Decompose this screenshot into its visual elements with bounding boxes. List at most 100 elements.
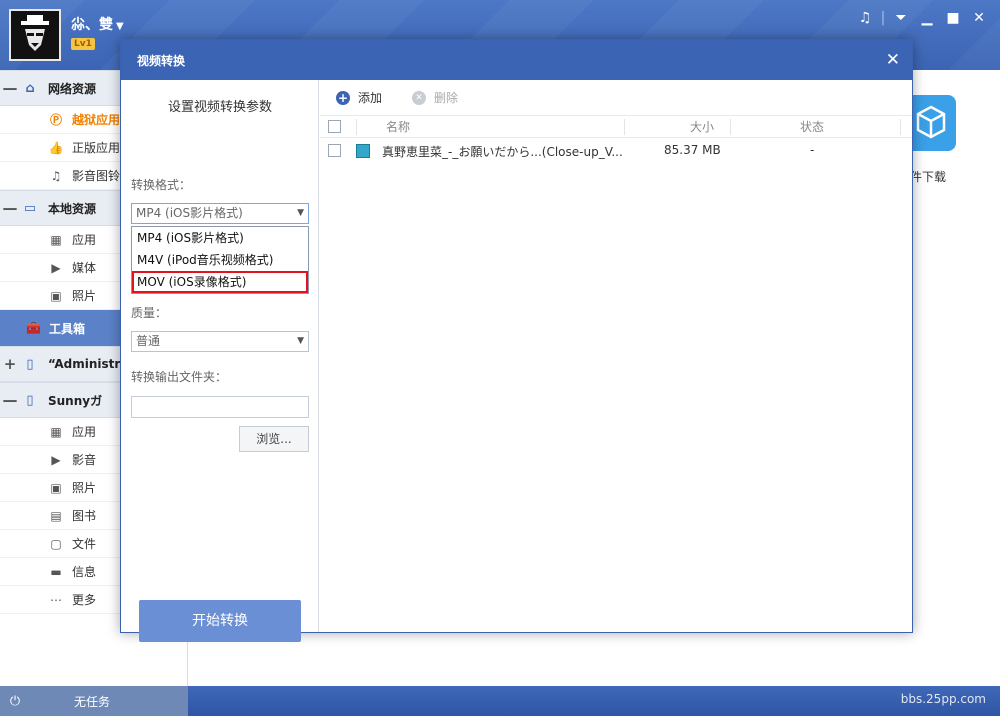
convert-settings-panel: 设置视频转换参数 转换格式： MP4 (iOS影片格式) ▼ MP4 (iOS影… [121, 80, 319, 642]
column-size[interactable]: 大小 [690, 118, 714, 135]
chevron-down-icon[interactable]: ▼ [116, 21, 124, 32]
column-divider [356, 119, 357, 135]
username[interactable]: 尛、雙 ▼ [71, 14, 124, 34]
format-option-mov[interactable]: MOV (iOS录像格式) [132, 271, 308, 293]
collapse-icon[interactable]: — [0, 79, 20, 97]
sidebar-item-label: 正版应用 [72, 141, 121, 155]
file-status: - [810, 143, 815, 157]
collapse-icon[interactable]: — [0, 391, 20, 409]
grid-icon: ▦ [50, 232, 62, 247]
plus-icon: + [336, 90, 350, 105]
add-label: 添加 [358, 91, 383, 105]
quality-select-value: 普通 [136, 334, 161, 348]
remove-icon: ✕ [412, 90, 427, 105]
close-icon[interactable]: ✕ [966, 8, 992, 28]
quality-label: 质量： [131, 306, 168, 320]
cube-icon [916, 105, 946, 139]
settings-heading: 设置视频转换参数 [167, 100, 272, 115]
status-text: 无任务 [74, 694, 111, 709]
phone-icon: ▯ [26, 392, 34, 408]
chevron-down-icon[interactable]: ▼ [297, 204, 304, 223]
camera-icon: ▶ [51, 260, 61, 275]
table-header: 名称 大小 状态 [320, 116, 912, 138]
output-folder-label: 转换输出文件夹： [131, 370, 228, 384]
file-size: 85.37 MB [664, 143, 721, 157]
close-icon[interactable]: ✕ [886, 50, 900, 70]
download-status-icon: ⏻ [9, 693, 21, 709]
music-icon[interactable]: ♫ [852, 8, 878, 28]
avatar-image [11, 11, 59, 59]
row-checkbox[interactable] [328, 144, 341, 157]
column-status[interactable]: 状态 [800, 118, 824, 135]
dialog-title: 视频转换 [121, 40, 912, 80]
file-toolbar: + 添加 ✕ 删除 [320, 80, 912, 116]
video-file-icon [356, 144, 370, 158]
avatar[interactable] [9, 9, 61, 61]
table-row[interactable]: 真野恵里菜_-_お願いだから...(Close-up_V... 85.37 MB… [320, 138, 912, 164]
select-all-checkbox[interactable] [328, 120, 341, 133]
sidebar-item-label: 越狱应用 [72, 113, 121, 127]
sidebar-item-label: 应用 [72, 425, 97, 439]
more-icon: ⋯ [50, 592, 62, 607]
sidebar-item-label: 影音 [72, 453, 97, 467]
thumb-icon: 👍 [48, 140, 64, 155]
file-name: 真野恵里菜_-_お願いだから...(Close-up_V... [382, 145, 623, 159]
add-button[interactable]: + 添加 [336, 89, 382, 106]
level-badge: Lv1 [71, 38, 95, 50]
monitor-icon: ▭ [23, 200, 37, 216]
format-label: 转换格式： [131, 178, 192, 192]
home-icon: ⌂ [25, 80, 35, 96]
status-bar: ⏻ 无任务 bbs.25pp.com [0, 686, 1000, 716]
output-folder-input[interactable] [131, 396, 309, 418]
column-name[interactable]: 名称 [386, 118, 410, 135]
expand-icon[interactable]: + [0, 355, 20, 373]
browse-button[interactable]: 浏览... [239, 426, 309, 452]
p-store-icon: Ⓟ [49, 113, 62, 127]
file-icon: ▢ [50, 536, 62, 551]
sidebar-item-label: 影音图铃 [72, 169, 121, 183]
collapse-icon[interactable]: — [0, 199, 20, 217]
photo-icon: ▣ [50, 288, 62, 303]
sidebar-item-label: 照片 [72, 481, 97, 495]
minimize-icon[interactable]: ▁ [914, 8, 940, 28]
sidebar-group-label: 工具箱 [48, 321, 85, 336]
app-tile-icon[interactable] [906, 95, 956, 151]
column-divider [730, 119, 731, 135]
quality-select[interactable]: 普通 ▼ [131, 331, 309, 352]
camera-icon: ▶ [51, 452, 61, 467]
sidebar-item-label: 媒体 [72, 261, 97, 275]
format-dropdown: MP4 (iOS影片格式) M4V (iPod音乐视频格式) MOV (iOS录… [131, 226, 309, 294]
format-option-mp4[interactable]: MP4 (iOS影片格式) [132, 227, 308, 249]
sidebar-group-label: 网络资源 [48, 81, 97, 96]
video-convert-dialog: 视频转换 ✕ 设置视频转换参数 转换格式： MP4 (iOS影片格式) ▼ MP… [120, 39, 913, 642]
file-list-panel: + 添加 ✕ 删除 名称 大小 状态 真野恵里菜_-_お願いだから...(Clo… [320, 80, 912, 632]
format-option-m4v[interactable]: M4V (iPod音乐视频格式) [132, 249, 308, 271]
divider: | [880, 10, 886, 26]
task-status[interactable]: ⏻ 无任务 [0, 686, 188, 716]
delete-button[interactable]: ✕ 删除 [412, 89, 458, 106]
format-select[interactable]: MP4 (iOS影片格式) ▼ [131, 203, 309, 224]
delete-label: 删除 [434, 91, 459, 105]
photo-icon: ▣ [50, 480, 62, 495]
sidebar-item-label: 应用 [72, 233, 97, 247]
message-icon: ▬ [50, 564, 62, 579]
sidebar-item-label: 图书 [72, 509, 97, 523]
sidebar-item-label: 照片 [72, 289, 97, 303]
sidebar-group-label: “Administr [48, 357, 121, 371]
chevron-down-icon[interactable]: ▼ [297, 332, 304, 351]
maximize-icon[interactable]: ■ [940, 8, 966, 28]
start-convert-button[interactable]: 开始转换 [139, 600, 301, 642]
column-divider [900, 119, 901, 135]
phone-icon: ▯ [26, 356, 34, 372]
sidebar-item-label: 更多 [72, 593, 97, 607]
menu-icon[interactable]: ⏷ [888, 8, 914, 28]
watermark: bbs.25pp.com [900, 692, 986, 706]
music-note-icon: ♫ [50, 168, 62, 183]
toolbox-icon: 🧰 [26, 321, 41, 335]
app-tile-label[interactable]: 件下载 [910, 168, 946, 185]
window-controls: ♫ | ⏷ ▁ ■ ✕ [852, 8, 992, 28]
format-select-value: MP4 (iOS影片格式) [136, 206, 243, 220]
book-icon: ▤ [50, 508, 62, 523]
column-divider [624, 119, 625, 135]
sidebar-item-label: 文件 [72, 537, 97, 551]
